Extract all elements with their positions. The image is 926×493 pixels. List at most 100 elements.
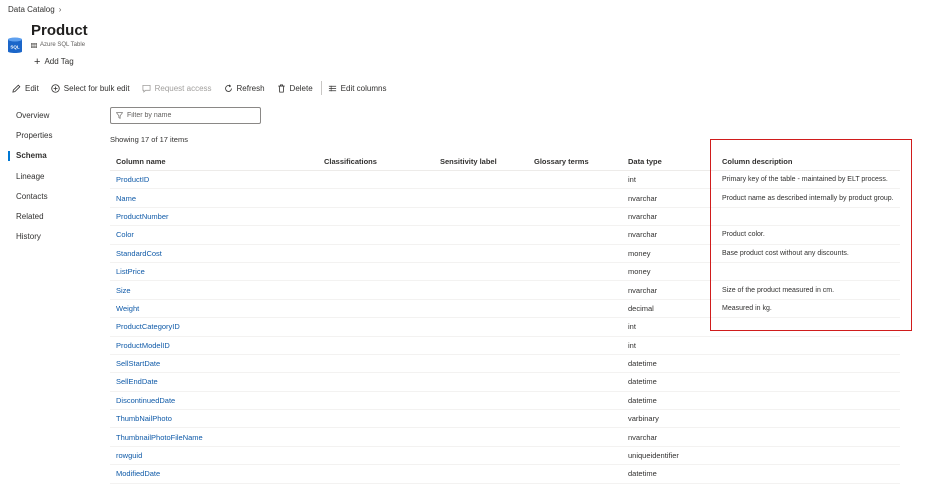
select-bulk-edit-button[interactable]: Select for bulk edit: [51, 84, 130, 93]
classifications-cell: [318, 299, 434, 319]
column-name-link[interactable]: StandardCost: [110, 244, 318, 263]
nav-overview[interactable]: Overview: [8, 111, 88, 131]
column-name-link[interactable]: Size: [110, 280, 318, 300]
column-name-link[interactable]: DiscontinuedDate: [110, 391, 318, 411]
bulk-edit-label: Select for bulk edit: [63, 83, 130, 93]
glossary-cell: [528, 446, 622, 466]
data-type-cell: int: [622, 317, 716, 337]
nav-contacts[interactable]: Contacts: [8, 192, 88, 212]
nav-schema[interactable]: Schema: [8, 151, 88, 171]
svg-text:SQL: SQL: [10, 45, 20, 50]
description-cell: Primary key of the table - maintained by…: [716, 170, 900, 190]
sensitivity-cell: [434, 170, 528, 190]
glossary-cell: [528, 409, 622, 429]
column-name-link[interactable]: ModifiedDate: [110, 464, 318, 484]
breadcrumb-data-catalog[interactable]: Data Catalog: [8, 5, 55, 14]
glossary-cell: [528, 188, 622, 208]
pencil-icon: [12, 84, 21, 93]
asset-type: Azure SQL Table: [31, 42, 85, 48]
schema-table: Column name Classifications Sensitivity …: [110, 152, 900, 484]
column-name-link[interactable]: ProductCategoryID: [110, 317, 318, 337]
column-name-link[interactable]: ProductID: [110, 170, 318, 190]
column-name-link[interactable]: rowguid: [110, 446, 318, 466]
classifications-cell: [318, 262, 434, 282]
description-cell: [716, 336, 900, 355]
classifications-cell: [318, 464, 434, 484]
nav-related[interactable]: Related: [8, 212, 88, 232]
header-column-name[interactable]: Column name: [110, 152, 318, 171]
glossary-cell: [528, 225, 622, 245]
edit-button[interactable]: Edit: [12, 84, 39, 93]
glossary-cell: [528, 207, 622, 227]
sensitivity-cell: [434, 354, 528, 374]
description-cell: [716, 262, 900, 282]
column-name-link[interactable]: Weight: [110, 299, 318, 319]
column-name-link[interactable]: ThumbnailPhotoFileName: [110, 427, 318, 447]
data-type-cell: uniqueidentifier: [622, 446, 716, 466]
filter-box: [110, 107, 261, 124]
glossary-cell: [528, 317, 622, 337]
header-glossary-terms[interactable]: Glossary terms: [528, 152, 622, 171]
filter-input[interactable]: [127, 112, 257, 119]
classifications-cell: [318, 409, 434, 429]
header-classifications[interactable]: Classifications: [318, 152, 434, 171]
classifications-cell: [318, 427, 434, 447]
sensitivity-cell: [434, 391, 528, 411]
sensitivity-cell: [434, 409, 528, 429]
data-type-cell: datetime: [622, 372, 716, 392]
header-data-type[interactable]: Data type: [622, 152, 716, 171]
sensitivity-cell: [434, 336, 528, 355]
table-row: SellStartDate datetime: [110, 354, 900, 374]
description-cell: [716, 354, 900, 374]
classifications-cell: [318, 372, 434, 392]
description-cell: [716, 372, 900, 392]
sensitivity-cell: [434, 262, 528, 282]
delete-label: Delete: [289, 83, 313, 93]
description-cell: Product color.: [716, 225, 900, 245]
column-name-link[interactable]: ProductModelID: [110, 336, 318, 355]
glossary-cell: [528, 299, 622, 319]
nav-history[interactable]: History: [8, 232, 88, 252]
data-type-cell: datetime: [622, 354, 716, 374]
table-row: ProductID int Primary key of the table - m…: [110, 170, 900, 190]
classifications-cell: [318, 446, 434, 466]
glossary-cell: [528, 354, 622, 374]
data-type-cell: int: [622, 336, 716, 355]
glossary-cell: [528, 336, 622, 355]
add-tag-button[interactable]: + Add Tag: [34, 56, 74, 67]
column-name-link[interactable]: SellEndDate: [110, 372, 318, 392]
description-cell: Size of the product measured in cm.: [716, 280, 900, 300]
glossary-cell: [528, 391, 622, 411]
edit-columns-button[interactable]: Edit columns: [328, 84, 386, 93]
sensitivity-cell: [434, 207, 528, 227]
data-type-cell: nvarchar: [622, 207, 716, 227]
data-type-cell: int: [622, 170, 716, 190]
delete-button[interactable]: Delete: [277, 84, 313, 93]
refresh-button[interactable]: Refresh: [224, 84, 265, 93]
header-column-description[interactable]: Column description: [716, 152, 900, 171]
column-name-link[interactable]: ListPrice: [110, 262, 318, 282]
description-cell: Product name as described internally by …: [716, 188, 900, 208]
column-name-link[interactable]: ThumbNailPhoto: [110, 409, 318, 429]
toolbar-divider: [320, 81, 322, 95]
description-cell: [716, 391, 900, 411]
filter-icon: [116, 112, 123, 119]
header-sensitivity-label[interactable]: Sensitivity label: [434, 152, 528, 171]
table-row: ThumbNailPhoto varbinary: [110, 409, 900, 429]
description-cell: [716, 464, 900, 484]
description-cell: [716, 427, 900, 447]
description-cell: [716, 317, 900, 337]
nav-properties[interactable]: Properties: [8, 131, 88, 151]
column-name-link[interactable]: ProductNumber: [110, 207, 318, 227]
data-type-cell: money: [622, 244, 716, 263]
column-name-link[interactable]: Color: [110, 225, 318, 245]
request-access-button[interactable]: Request access: [142, 84, 212, 93]
classifications-cell: [318, 207, 434, 227]
column-name-link[interactable]: SellStartDate: [110, 354, 318, 374]
column-name-link[interactable]: Name: [110, 188, 318, 208]
add-tag-label: Add Tag: [44, 57, 74, 66]
glossary-cell: [528, 244, 622, 263]
nav-lineage[interactable]: Lineage: [8, 172, 88, 192]
table-row: ListPrice money: [110, 262, 900, 282]
item-count: Showing 17 of 17 items: [110, 135, 188, 144]
